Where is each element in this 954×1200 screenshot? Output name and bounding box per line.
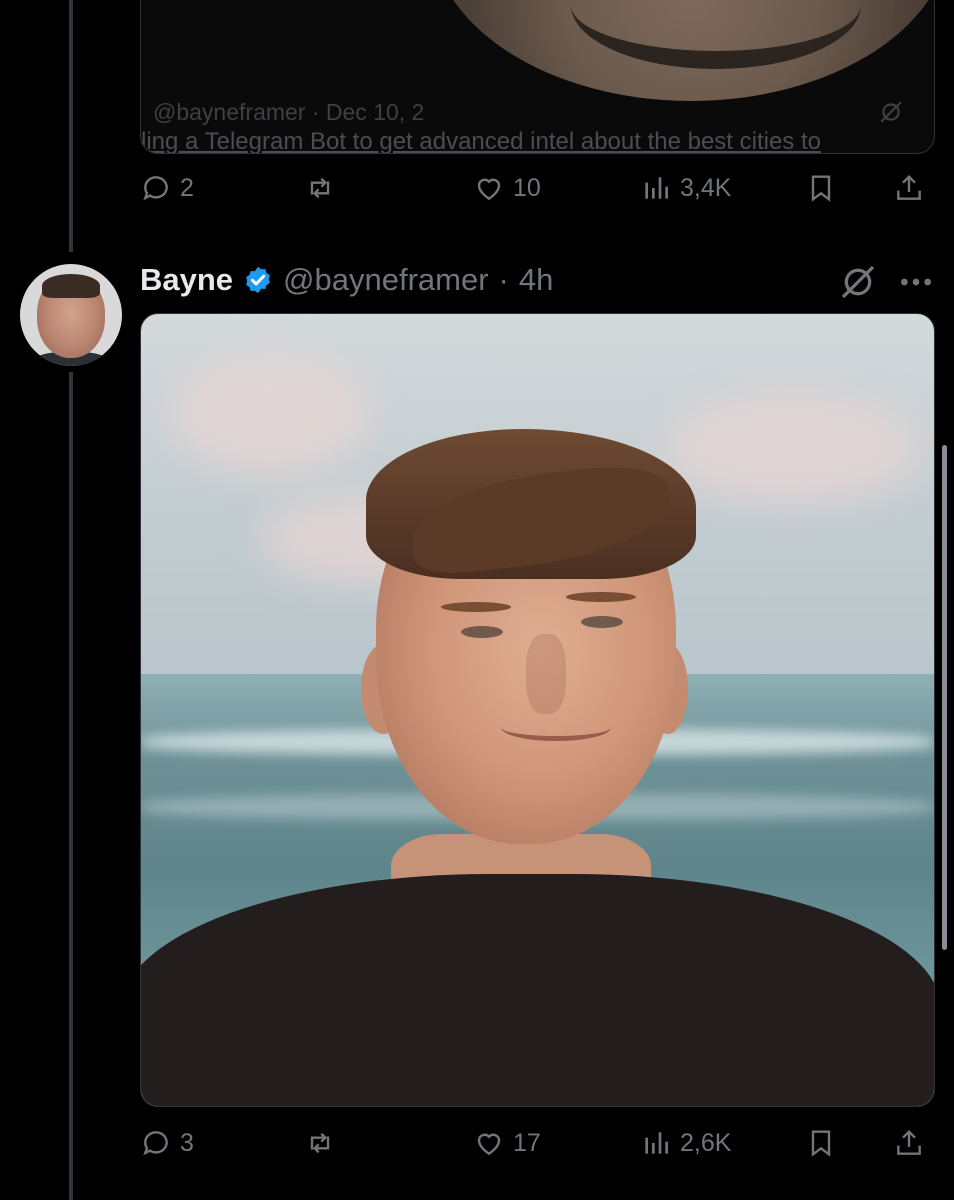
heart-icon xyxy=(477,1133,501,1156)
views-count: 2,6K xyxy=(680,1128,732,1157)
grok-icon xyxy=(880,101,902,123)
tweet-action-bar: 3 17 2,6K xyxy=(140,1123,930,1163)
photo-cloud xyxy=(661,394,921,504)
share-icon xyxy=(897,174,921,200)
more-icon[interactable] xyxy=(896,262,936,302)
views-icon xyxy=(645,1132,668,1154)
post-time[interactable]: 4h xyxy=(519,262,553,298)
tweet-photo[interactable] xyxy=(140,313,935,1107)
photo-person-eye xyxy=(461,626,503,638)
photo-person-shirt xyxy=(141,874,934,1106)
scrollbar[interactable] xyxy=(942,445,947,950)
verified-badge-icon xyxy=(246,266,270,294)
author-handle[interactable]: @bayneframer xyxy=(283,262,489,298)
reply-icon xyxy=(143,176,168,201)
bookmark-icon xyxy=(811,175,831,202)
previous-post-action-bar: 2 10 3,4K xyxy=(140,168,930,208)
bookmark-icon xyxy=(811,1130,831,1157)
photo-person-mouth xyxy=(501,714,611,741)
retweet-icon xyxy=(310,1132,330,1154)
photo-person-brow xyxy=(566,592,636,602)
meta-separator: · xyxy=(498,262,509,297)
like-button[interactable]: 17 xyxy=(473,1123,541,1163)
reply-button[interactable]: 3 xyxy=(140,1123,194,1163)
views-icon xyxy=(645,177,668,199)
quoted-tweet-meta: @bayneframer · Dec 10, 2 xyxy=(153,99,425,125)
views-count: 3,4K xyxy=(680,173,732,202)
retweet-icon xyxy=(310,177,330,199)
grok-icon[interactable] xyxy=(838,262,878,302)
views-button[interactable]: 3,4K xyxy=(640,168,731,208)
reply-count: 2 xyxy=(180,173,194,202)
photo-person-brow xyxy=(441,602,511,612)
quoted-tweet-card[interactable]: @bayneframer · Dec 10, 2 ling a Telegram… xyxy=(140,0,935,154)
avatar[interactable] xyxy=(20,264,122,366)
retweet-button[interactable] xyxy=(304,1123,336,1163)
bookmark-button[interactable] xyxy=(805,168,837,208)
like-button[interactable]: 10 xyxy=(473,168,541,208)
bookmark-button[interactable] xyxy=(805,1123,837,1163)
quoted-tweet-text: ling a Telegram Bot to get advanced inte… xyxy=(141,128,821,154)
heart-icon xyxy=(477,178,501,201)
photo-person-eye xyxy=(581,616,623,628)
avatar-hair xyxy=(42,274,100,298)
thread-line-top xyxy=(69,0,73,252)
like-count: 17 xyxy=(513,1128,541,1157)
photo-person-nose xyxy=(526,634,566,714)
retweet-button[interactable] xyxy=(304,168,336,208)
share-icon xyxy=(897,1129,921,1155)
share-button[interactable] xyxy=(893,1123,925,1163)
reply-count: 3 xyxy=(180,1128,194,1157)
thread-line-bottom xyxy=(69,372,73,1200)
reply-icon xyxy=(143,1131,168,1156)
views-button[interactable]: 2,6K xyxy=(640,1123,731,1163)
tweet-header: Bayne @bayneframer · 4h xyxy=(140,258,553,302)
author-name[interactable]: Bayne xyxy=(140,262,233,298)
like-count: 10 xyxy=(513,173,541,202)
reply-button[interactable]: 2 xyxy=(140,168,194,208)
share-button[interactable] xyxy=(893,168,925,208)
photo-cloud xyxy=(171,354,371,474)
